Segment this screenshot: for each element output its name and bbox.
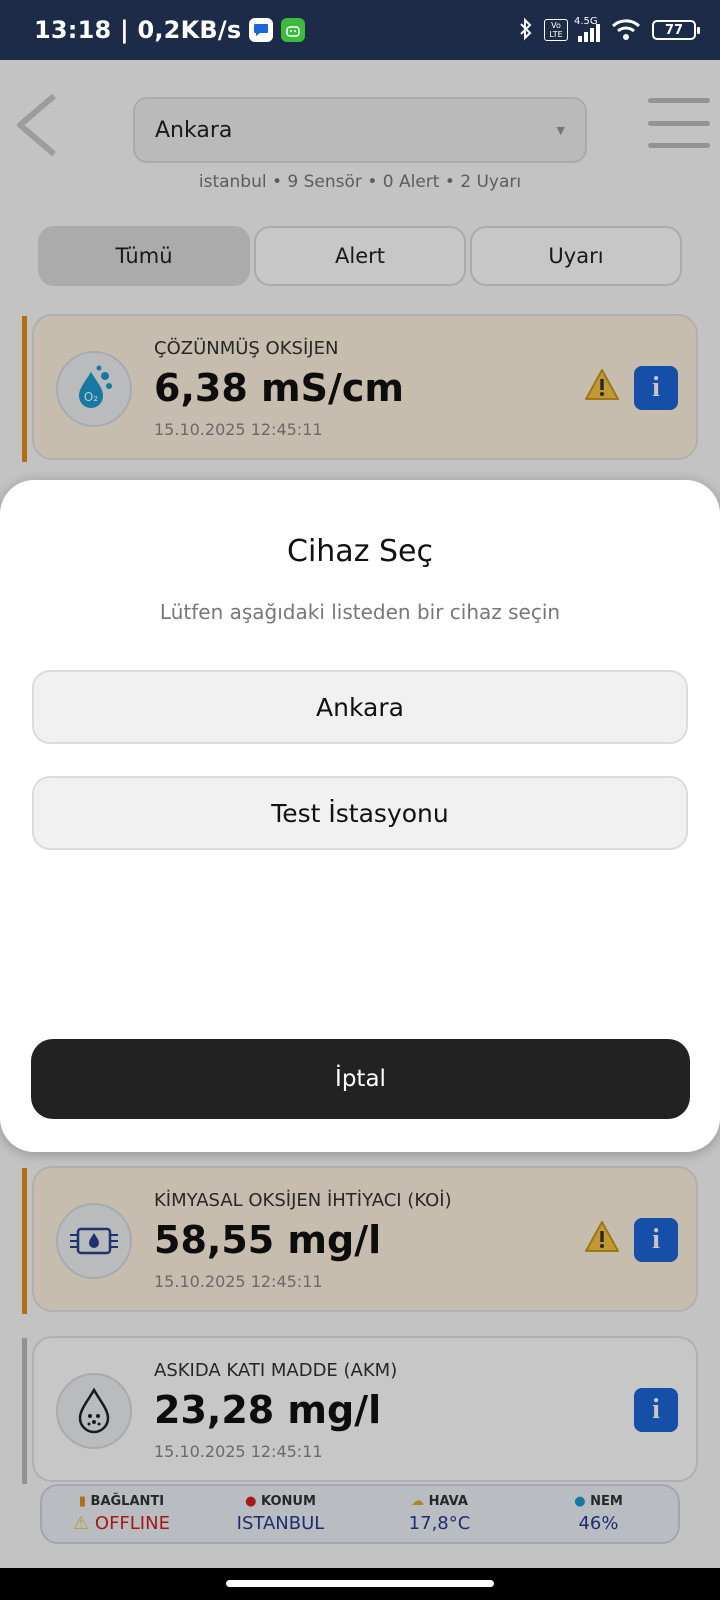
- device-select-modal: Cihaz Seç Lütfen aşağıdaki listeden bir …: [0, 480, 720, 1152]
- signal-icon: 4.5G: [574, 16, 600, 42]
- device-option-test-station[interactable]: Test İstasyonu: [32, 776, 688, 850]
- battery-icon: 77: [652, 20, 700, 40]
- status-time: 13:18 | 0,2KB/s: [34, 16, 242, 44]
- volte-badge: Vo LTE: [544, 19, 568, 41]
- navigation-bar: [0, 1568, 720, 1600]
- network-type: 4.5G: [574, 16, 598, 27]
- wifi-icon: [610, 17, 642, 44]
- cancel-button[interactable]: İptal: [31, 1039, 690, 1119]
- messenger-icon: [249, 18, 274, 42]
- home-gesture-handle[interactable]: [226, 1580, 494, 1587]
- modal-subtitle: Lütfen aşağıdaki listeden bir cihaz seçi…: [159, 600, 561, 624]
- modal-title: Cihaz Seç: [287, 534, 433, 569]
- device-option-ankara[interactable]: Ankara: [32, 670, 688, 744]
- status-bar: 13:18 | 0,2KB/s Vo LTE 4.5G 77: [0, 0, 720, 60]
- battery-level: 77: [664, 22, 684, 38]
- android-app-icon: [281, 18, 306, 42]
- bluetooth-icon: [518, 17, 534, 44]
